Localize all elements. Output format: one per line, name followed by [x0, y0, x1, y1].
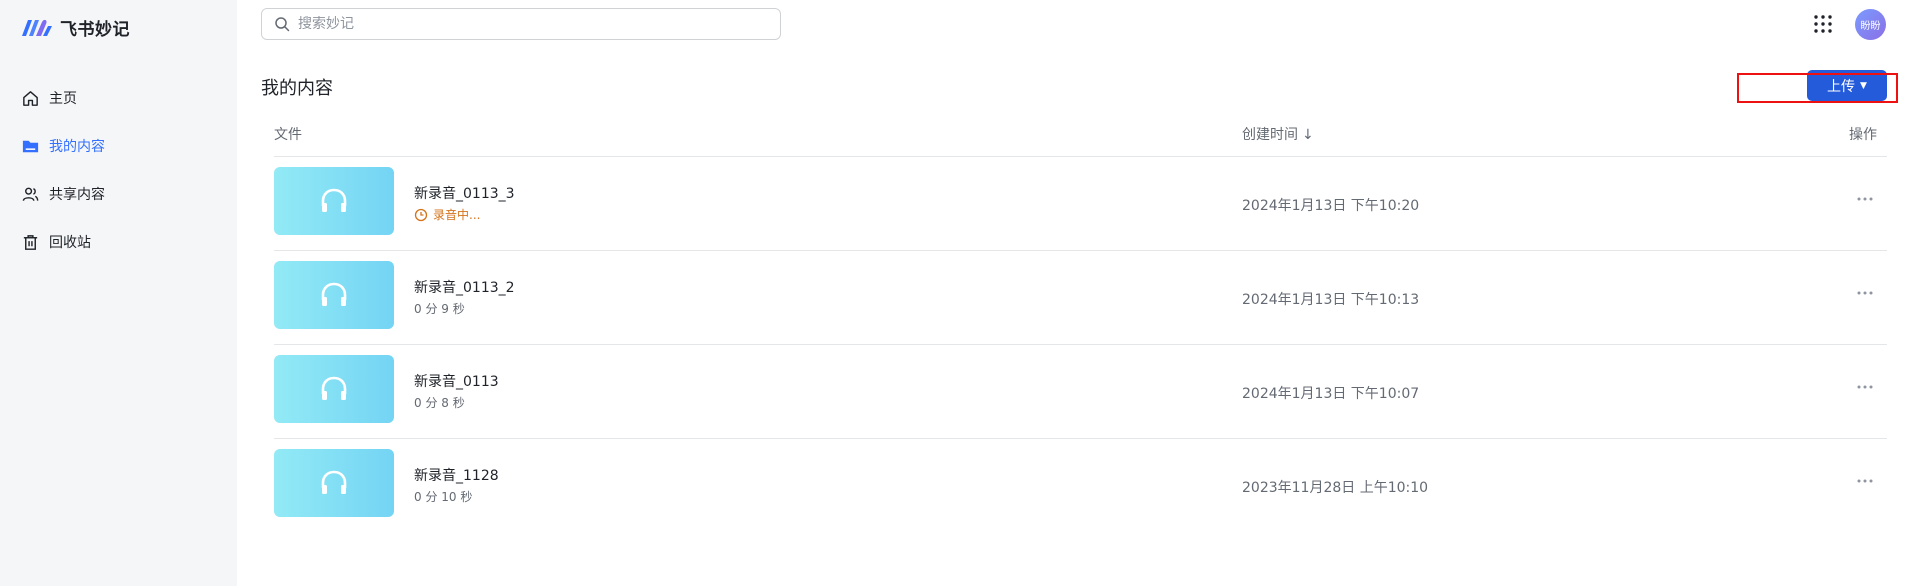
sidebar-item-label: 我的内容: [49, 139, 105, 155]
table-row[interactable]: 新录音_0113 0 分 8 秒 2024年1月13日 下午10:07: [274, 345, 1887, 439]
status-text: 录音中...: [433, 208, 481, 222]
column-header-created[interactable]: 创建时间 ↓: [1242, 124, 1314, 144]
more-icon[interactable]: [1855, 377, 1875, 397]
file-thumbnail[interactable]: [274, 355, 394, 423]
clock-icon: [414, 208, 428, 221]
duration: 0 分 10 秒: [414, 490, 473, 504]
sidebar-nav: 主页 我的内容 共享内容 回收站: [12, 78, 226, 270]
file-name[interactable]: 新录音_0113: [414, 371, 499, 391]
duration: 0 分 9 秒: [414, 302, 465, 316]
caret-down-icon: ▼: [1860, 80, 1867, 91]
search-input[interactable]: [298, 16, 768, 32]
column-header-created-label: 创建时间: [1242, 127, 1298, 143]
created-time: 2023年11月28日 上午10:10: [1242, 480, 1429, 496]
sort-arrow-icon: ↓: [1302, 127, 1314, 143]
file-name[interactable]: 新录音_1128: [414, 465, 499, 485]
brand[interactable]: 飞书妙记: [20, 14, 130, 40]
sidebar-item-home[interactable]: 主页: [12, 78, 226, 118]
search-icon: [275, 17, 290, 32]
file-name[interactable]: 新录音_0113_3: [414, 183, 515, 203]
folder-icon: [20, 136, 40, 156]
app-window: 飞书妙记 主页 我的内容 共享内容 回收站 搜索妙记 盼盼 我的内容 上传 ▼ …: [0, 0, 1911, 586]
column-header-file: 文件: [274, 127, 302, 143]
recording-status: 录音中...: [414, 206, 480, 223]
avatar[interactable]: 盼盼: [1855, 9, 1886, 40]
table-row[interactable]: 新录音_0113_3 录音中... 2024年1月13日 下午10:20: [274, 157, 1887, 251]
upload-button[interactable]: 上传 ▼: [1807, 70, 1887, 101]
created-time: 2024年1月13日 下午10:20: [1242, 198, 1420, 214]
file-thumbnail[interactable]: [274, 449, 394, 517]
search-box[interactable]: [261, 8, 781, 40]
page-title: 我的内容: [261, 78, 333, 99]
users-icon: [20, 184, 40, 204]
created-time: 2024年1月13日 下午10:13: [1242, 292, 1420, 308]
table-header: 文件 创建时间 ↓ 操作: [274, 122, 1887, 157]
headphones-icon: [321, 188, 347, 212]
column-header-actions: 操作: [1849, 127, 1877, 143]
more-icon[interactable]: [1855, 189, 1875, 209]
sidebar-item-label: 主页: [49, 91, 77, 107]
sidebar-item-label: 共享内容: [49, 187, 105, 203]
more-icon[interactable]: [1855, 283, 1875, 303]
file-thumbnail[interactable]: [274, 167, 394, 235]
sidebar-item-my-content[interactable]: 我的内容: [12, 126, 226, 166]
headphones-icon: [321, 470, 347, 494]
duration: 0 分 8 秒: [414, 396, 465, 410]
logo-icon: [22, 19, 52, 36]
trash-icon: [20, 232, 40, 252]
sidebar-item-trash[interactable]: 回收站: [12, 222, 226, 262]
headphones-icon: [321, 282, 347, 306]
sidebar: 飞书妙记 主页 我的内容 共享内容 回收站: [0, 0, 237, 586]
home-icon: [20, 88, 40, 108]
created-time: 2024年1月13日 下午10:07: [1242, 386, 1420, 402]
avatar-text: 盼盼: [1860, 21, 1881, 32]
sidebar-item-shared[interactable]: 共享内容: [12, 174, 226, 214]
table-row[interactable]: 新录音_0113_2 0 分 9 秒 2024年1月13日 下午10:13: [274, 251, 1887, 345]
brand-name: 飞书妙记: [60, 19, 130, 40]
app-grid-icon[interactable]: [1812, 13, 1834, 35]
headphones-icon: [321, 376, 347, 400]
file-name[interactable]: 新录音_0113_2: [414, 277, 515, 297]
file-list: 新录音_0113_3 录音中... 2024年1月13日 下午10:20 新录音…: [274, 157, 1887, 533]
file-thumbnail[interactable]: [274, 261, 394, 329]
table-row[interactable]: 新录音_1128 0 分 10 秒 2023年11月28日 上午10:10: [274, 439, 1887, 533]
upload-button-label: 上传: [1827, 78, 1856, 95]
sidebar-item-label: 回收站: [49, 235, 91, 251]
more-icon[interactable]: [1855, 471, 1875, 491]
